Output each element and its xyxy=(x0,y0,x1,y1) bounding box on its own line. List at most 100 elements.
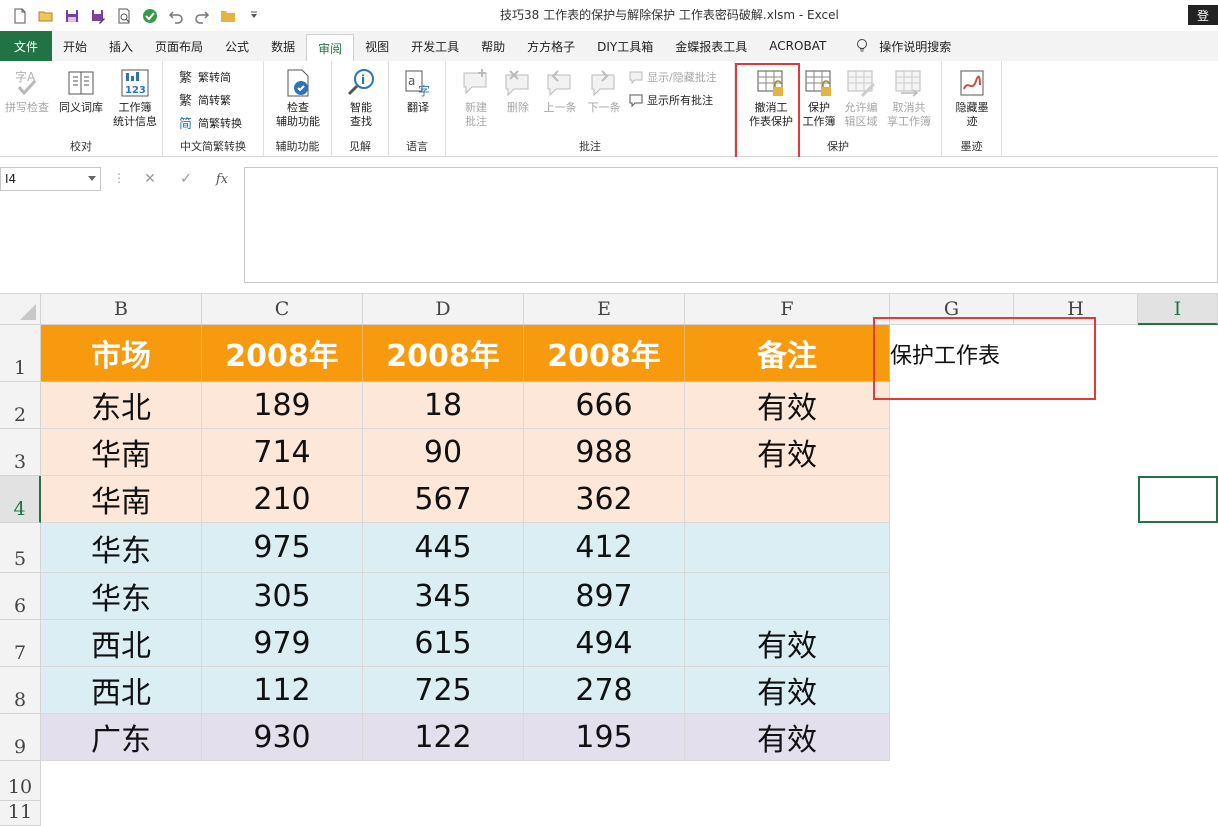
cell-B2[interactable]: 东北 xyxy=(41,382,202,429)
chevron-down-icon[interactable] xyxy=(88,176,96,181)
tab-diy-toolbox[interactable]: DIY工具箱 xyxy=(586,31,664,61)
cell-C4[interactable]: 210 xyxy=(202,476,363,523)
tab-acrobat[interactable]: ACROBAT xyxy=(758,31,837,61)
delete-comment-button[interactable]: 删除 xyxy=(498,67,538,115)
check-accessibility-button[interactable]: 检查 辅助功能 xyxy=(268,67,328,129)
check-icon[interactable] xyxy=(138,5,162,27)
cell-F6[interactable] xyxy=(685,573,890,620)
tab-view[interactable]: 视图 xyxy=(354,31,400,61)
cell-F7[interactable]: 有效 xyxy=(685,620,890,667)
cell-C1[interactable]: 2008年 xyxy=(202,325,363,382)
smart-lookup-button[interactable]: i 智能 查找 xyxy=(336,67,386,129)
column-header-D[interactable]: D xyxy=(363,294,524,325)
protect-workbook-button[interactable]: 保护 工作簿 xyxy=(799,67,839,129)
cell-E3[interactable]: 988 xyxy=(524,429,685,476)
column-header-C[interactable]: C xyxy=(202,294,363,325)
column-header-H[interactable]: H xyxy=(1014,294,1138,325)
cell-B3[interactable]: 华南 xyxy=(41,429,202,476)
cell-B7[interactable]: 西北 xyxy=(41,620,202,667)
tab-home[interactable]: 开始 xyxy=(52,31,98,61)
row-header-6[interactable]: 6 xyxy=(0,573,41,620)
spell-check-button[interactable]: 字A 拼写检查 xyxy=(2,67,52,115)
tab-help[interactable]: 帮助 xyxy=(470,31,516,61)
thesaurus-button[interactable]: 同义词库 xyxy=(56,67,106,115)
cell-F2[interactable]: 有效 xyxy=(685,382,890,429)
row-header-11[interactable]: 11 xyxy=(0,801,41,826)
cell-F4[interactable] xyxy=(685,476,890,523)
cell-F8[interactable]: 有效 xyxy=(685,667,890,714)
tab-developer[interactable]: 开发工具 xyxy=(400,31,470,61)
new-file-icon[interactable] xyxy=(8,5,32,27)
redo-icon[interactable] xyxy=(190,5,214,27)
cell-B6[interactable]: 华东 xyxy=(41,573,202,620)
cell-F9[interactable]: 有效 xyxy=(685,714,890,761)
unprotect-sheet-button[interactable]: 撤消工 作表保护 xyxy=(743,67,799,129)
tab-formulas[interactable]: 公式 xyxy=(214,31,260,61)
cell-C9[interactable]: 930 xyxy=(202,714,363,761)
cell-G1-note[interactable]: 保护工作表 xyxy=(890,325,1138,382)
customize-icon[interactable] xyxy=(242,5,266,27)
translate-button[interactable]: a字 翻译 xyxy=(393,67,443,115)
cell-F5[interactable] xyxy=(685,523,890,573)
cell-C8[interactable]: 112 xyxy=(202,667,363,714)
cell-C5[interactable]: 975 xyxy=(202,523,363,573)
cell-E6[interactable]: 897 xyxy=(524,573,685,620)
tab-kingdee-report[interactable]: 金蝶报表工具 xyxy=(664,31,758,61)
next-comment-button[interactable]: 下一条 xyxy=(582,67,626,115)
row-header-4[interactable]: 4 xyxy=(0,476,41,523)
row-header-3[interactable]: 3 xyxy=(0,429,41,476)
column-header-B[interactable]: B xyxy=(41,294,202,325)
cell-D2[interactable]: 18 xyxy=(363,382,524,429)
cell-D8[interactable]: 725 xyxy=(363,667,524,714)
cell-E2[interactable]: 666 xyxy=(524,382,685,429)
row-header-2[interactable]: 2 xyxy=(0,382,41,429)
cell-E4[interactable]: 362 xyxy=(524,476,685,523)
save-as-icon[interactable] xyxy=(86,5,110,27)
cell-E1[interactable]: 2008年 xyxy=(524,325,685,382)
cell-D4[interactable]: 567 xyxy=(363,476,524,523)
cell-B5[interactable]: 华东 xyxy=(41,523,202,573)
tab-review[interactable]: 审阅 xyxy=(306,34,355,61)
tell-me-search[interactable]: 操作说明搜索 xyxy=(837,31,951,61)
hide-ink-button[interactable]: 隐藏墨 迹 xyxy=(948,67,996,129)
cell-F1[interactable]: 备注 xyxy=(685,325,890,382)
show-all-comments-button[interactable]: 显示所有批注 xyxy=(628,92,713,108)
column-header-G[interactable]: G xyxy=(890,294,1014,325)
cell-E8[interactable]: 278 xyxy=(524,667,685,714)
cell-D9[interactable]: 122 xyxy=(363,714,524,761)
print-preview-icon[interactable] xyxy=(112,5,136,27)
cell-B8[interactable]: 西北 xyxy=(41,667,202,714)
enter-formula-button[interactable]: ✓ xyxy=(176,169,196,189)
cell-D6[interactable]: 345 xyxy=(363,573,524,620)
cell-E5[interactable]: 412 xyxy=(524,523,685,573)
cell-B1[interactable]: 市场 xyxy=(41,325,202,382)
select-all-button[interactable] xyxy=(0,294,41,325)
cell-B4[interactable]: 华南 xyxy=(41,476,202,523)
login-button[interactable]: 登 xyxy=(1188,5,1218,25)
row-header-1[interactable]: 1 xyxy=(0,325,41,382)
workbook-statistics-button[interactable]: 123 工作簿 统计信息 xyxy=(108,67,162,129)
new-comment-button[interactable]: 新建 批注 xyxy=(454,67,498,129)
to-simplified-button[interactable]: 繁 繁转简 xyxy=(179,69,231,85)
cell-B9[interactable]: 广东 xyxy=(41,714,202,761)
cell-D3[interactable]: 90 xyxy=(363,429,524,476)
row-header-8[interactable]: 8 xyxy=(0,667,41,714)
cell-D5[interactable]: 445 xyxy=(363,523,524,573)
undo-icon[interactable] xyxy=(164,5,188,27)
save-icon[interactable] xyxy=(60,5,84,27)
name-box[interactable]: I4 xyxy=(0,167,101,191)
tab-insert[interactable]: 插入 xyxy=(98,31,144,61)
cell-C3[interactable]: 714 xyxy=(202,429,363,476)
cell-C7[interactable]: 979 xyxy=(202,620,363,667)
column-header-F[interactable]: F xyxy=(685,294,890,325)
tab-page-layout[interactable]: 页面布局 xyxy=(144,31,214,61)
allow-edit-ranges-button[interactable]: 允许编 辑区域 xyxy=(839,67,883,129)
cell-D1[interactable]: 2008年 xyxy=(363,325,524,382)
cell-C2[interactable]: 189 xyxy=(202,382,363,429)
cancel-formula-button[interactable]: ✕ xyxy=(140,169,160,189)
tab-file[interactable]: 文件 xyxy=(0,31,52,61)
convert-button[interactable]: 简 简繁转换 xyxy=(179,115,242,131)
row-header-7[interactable]: 7 xyxy=(0,620,41,667)
row-header-9[interactable]: 9 xyxy=(0,714,41,761)
row-header-5[interactable]: 5 xyxy=(0,523,41,573)
